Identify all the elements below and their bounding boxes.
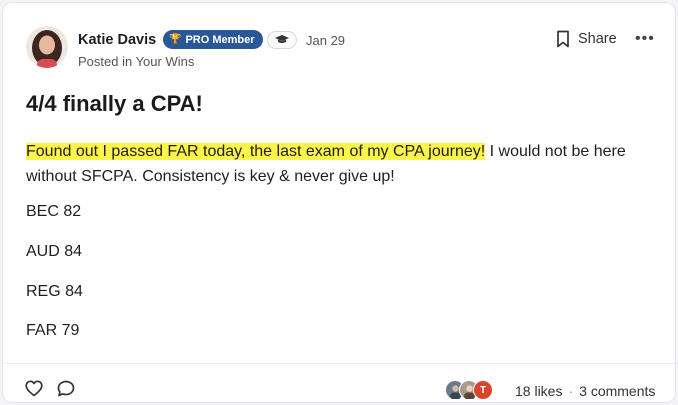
post-card: Katie Davis 🏆 PRO Member Jan 29 Posted i… bbox=[2, 2, 676, 403]
post-title: 4/4 finally a CPA! bbox=[26, 91, 203, 116]
badge-label: PRO Member bbox=[185, 33, 255, 46]
stats-separator: · bbox=[568, 383, 574, 399]
share-button[interactable]: Share bbox=[556, 30, 617, 48]
liker-avatars[interactable]: T bbox=[445, 380, 493, 400]
score-line: AUD 84 bbox=[26, 243, 83, 260]
more-options-icon[interactable]: ••• bbox=[635, 30, 655, 48]
author-name[interactable]: Katie Davis bbox=[78, 32, 156, 48]
comment-button[interactable] bbox=[57, 380, 75, 402]
highlighted-text: Found out I passed FAR today, the last e… bbox=[26, 143, 486, 160]
graduation-cap-chip bbox=[267, 31, 297, 49]
post-body: Found out I passed FAR today, the last e… bbox=[26, 139, 646, 189]
likes-count[interactable]: 18 likes bbox=[515, 383, 562, 399]
liker-avatar-initial[interactable]: T bbox=[473, 380, 493, 400]
bookmark-icon[interactable] bbox=[556, 30, 570, 48]
footer-divider bbox=[3, 363, 675, 364]
trophy-icon: 🏆 bbox=[169, 34, 182, 45]
score-line: BEC 82 bbox=[26, 203, 82, 220]
score-line: FAR 79 bbox=[26, 322, 80, 339]
share-label[interactable]: Share bbox=[578, 31, 617, 47]
engagement-stats: 18 likes · 3 comments bbox=[515, 383, 655, 399]
post-category[interactable]: Posted in Your Wins bbox=[78, 54, 194, 69]
graduation-cap-icon bbox=[275, 35, 289, 43]
author-avatar[interactable] bbox=[26, 26, 68, 68]
score-line: REG 84 bbox=[26, 283, 83, 300]
comment-icon[interactable] bbox=[57, 380, 75, 397]
like-button[interactable] bbox=[25, 380, 43, 402]
pro-member-badge: 🏆 PRO Member bbox=[163, 30, 263, 49]
comments-count[interactable]: 3 comments bbox=[579, 383, 655, 399]
post-date: Jan 29 bbox=[306, 33, 346, 48]
heart-icon[interactable] bbox=[25, 380, 43, 397]
